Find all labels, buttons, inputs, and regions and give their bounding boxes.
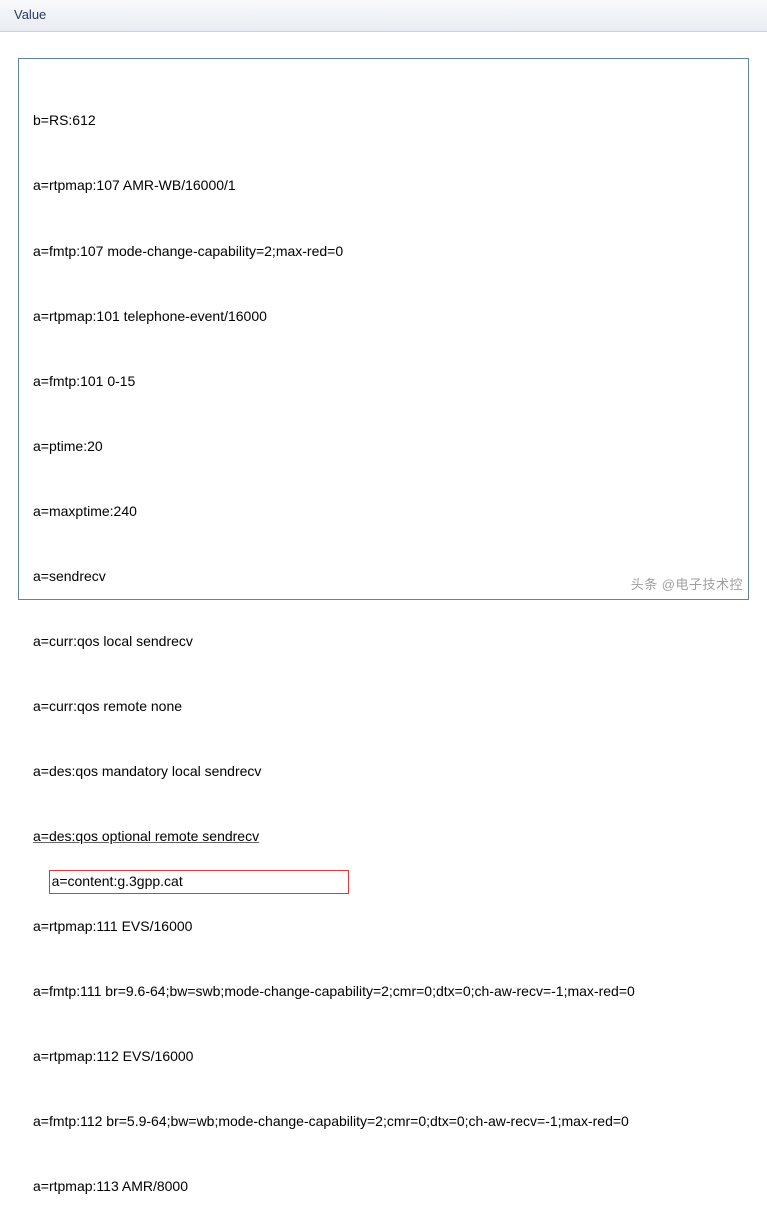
sdp-line: a=des:qos mandatory local sendrecv bbox=[33, 761, 734, 783]
sdp-line: a=rtpmap:111 EVS/16000 bbox=[33, 916, 734, 938]
sdp-line: a=ptime:20 bbox=[33, 436, 734, 458]
highlight-padding bbox=[183, 873, 346, 889]
sdp-line: a=curr:qos remote none bbox=[33, 696, 734, 718]
sdp-line: a=fmtp:112 br=5.9-64;bw=wb;mode-change-c… bbox=[33, 1111, 734, 1133]
sdp-line: a=rtpmap:101 telephone-event/16000 bbox=[33, 306, 734, 328]
sdp-line: a=des:qos optional remote sendrecv bbox=[33, 826, 734, 848]
sdp-line: a=sendrecv bbox=[33, 566, 734, 588]
sdp-line: a=fmtp:107 mode-change-capability=2;max-… bbox=[33, 241, 734, 263]
sdp-line: a=curr:qos local sendrecv bbox=[33, 631, 734, 653]
value-content-area[interactable]: b=RS:612 a=rtpmap:107 AMR-WB/16000/1 a=f… bbox=[18, 58, 749, 600]
sdp-line: a=rtpmap:113 AMR/8000 bbox=[33, 1176, 734, 1198]
sdp-line: a=rtpmap:107 AMR-WB/16000/1 bbox=[33, 175, 734, 197]
sdp-line-text: a=content:g.3gpp.cat bbox=[52, 873, 183, 889]
sdp-line: a=rtpmap:112 EVS/16000 bbox=[33, 1046, 734, 1068]
highlighted-sdp-line: a=content:g.3gpp.cat bbox=[49, 870, 350, 894]
sdp-line: a=maxptime:240 bbox=[33, 501, 734, 523]
sdp-text-block[interactable]: b=RS:612 a=rtpmap:107 AMR-WB/16000/1 a=f… bbox=[33, 67, 734, 1206]
sdp-line: b=RS:612 bbox=[33, 110, 734, 132]
panel-title: Value bbox=[14, 7, 46, 22]
panel-header: Value bbox=[0, 0, 767, 32]
sdp-line: a=fmtp:111 br=9.6-64;bw=swb;mode-change-… bbox=[33, 981, 734, 1003]
sdp-line: a=fmtp:101 0-15 bbox=[33, 371, 734, 393]
